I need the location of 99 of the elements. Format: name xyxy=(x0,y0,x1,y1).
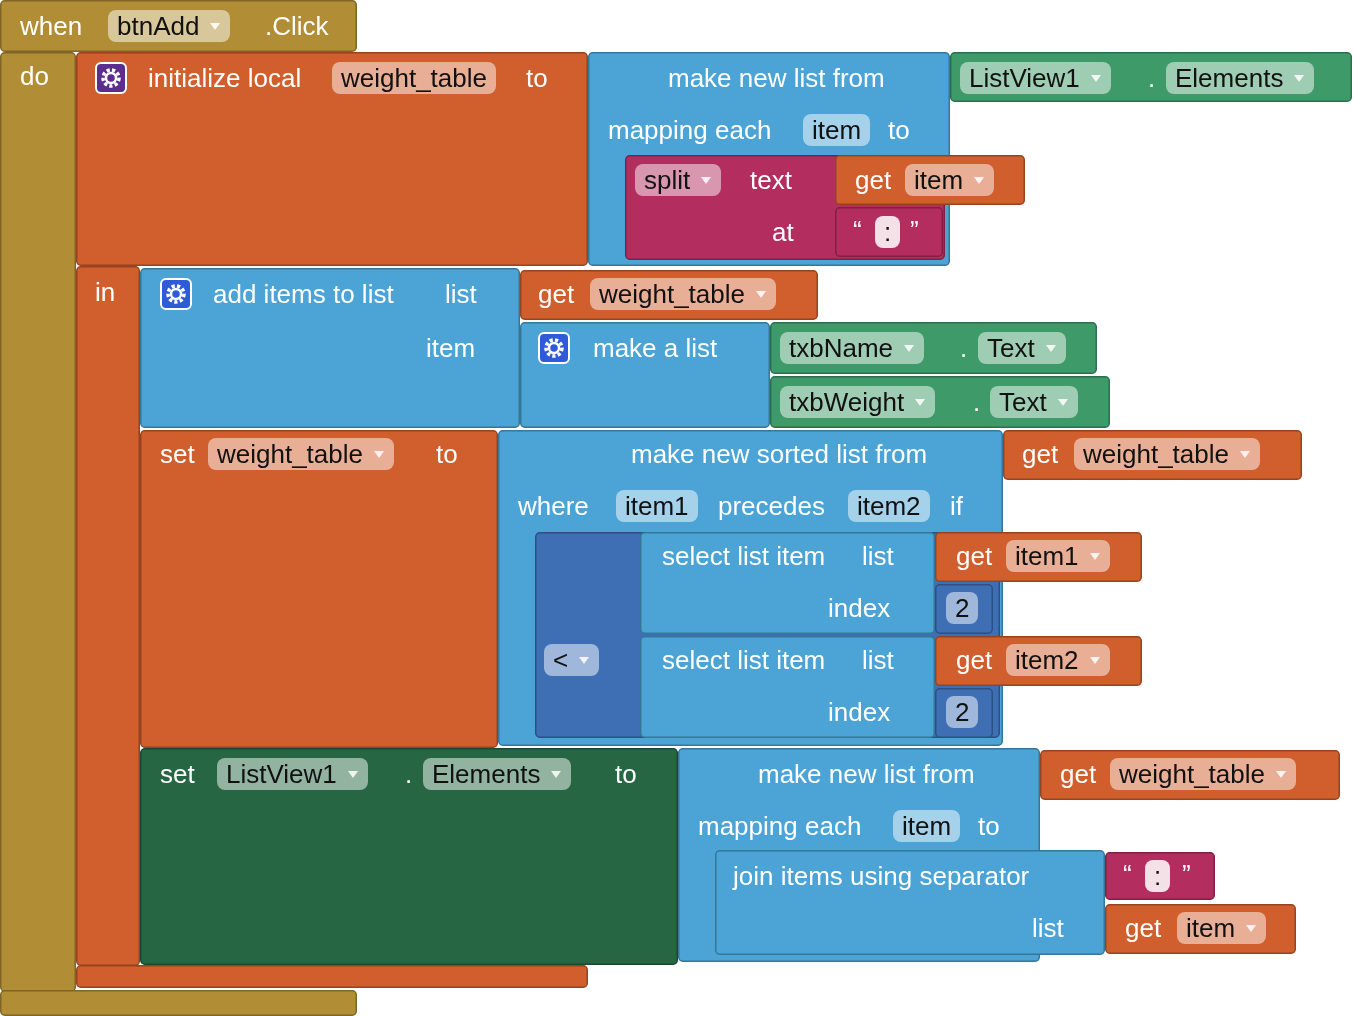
block-label: set xyxy=(160,439,195,469)
caret-icon xyxy=(973,175,986,185)
dropdown-field[interactable]: ListView1 xyxy=(960,62,1111,94)
dropdown-field[interactable]: weight_table xyxy=(590,278,776,310)
block-label: get xyxy=(956,645,993,675)
dropdown-field[interactable]: item1 xyxy=(1006,540,1110,572)
gear-icon[interactable] xyxy=(538,332,570,364)
dropdown-field[interactable]: Text xyxy=(978,332,1066,364)
block-label: do xyxy=(20,61,49,91)
block-label: if xyxy=(950,491,963,521)
number-field[interactable]: 2 xyxy=(946,592,979,624)
dropdown-field[interactable]: ListView1 xyxy=(217,758,368,790)
caret-icon xyxy=(755,289,767,299)
block-label: to xyxy=(615,759,637,789)
block-label: at xyxy=(772,217,794,247)
block-label: . xyxy=(973,387,981,417)
block-label: . xyxy=(960,333,968,363)
block-label: list xyxy=(445,279,477,309)
dropdown-field[interactable]: item xyxy=(905,164,995,196)
caret-icon xyxy=(1293,73,1306,83)
dropdown-field[interactable]: Elements xyxy=(423,758,572,790)
block-label: get xyxy=(538,279,575,309)
dropdown-field[interactable]: weight_table xyxy=(208,438,394,470)
block-label: list xyxy=(1032,913,1064,943)
caret-icon xyxy=(1044,343,1057,353)
block-label: index xyxy=(828,593,891,623)
block-label: ” xyxy=(910,215,919,245)
block-label: to xyxy=(436,439,458,469)
block-label: list xyxy=(862,645,894,675)
variable-name-field[interactable]: item xyxy=(893,810,961,842)
dropdown-field[interactable]: btnAdd xyxy=(108,10,231,42)
block-label: make a list xyxy=(593,333,718,363)
caret-icon xyxy=(346,769,359,779)
dropdown-field[interactable]: item2 xyxy=(1006,644,1110,676)
gear-icon[interactable] xyxy=(160,278,192,310)
dropdown-field[interactable]: txbWeight xyxy=(780,386,936,418)
block-label: text xyxy=(750,165,792,195)
dropdown-field[interactable]: Text xyxy=(990,386,1078,418)
block-label: initialize local xyxy=(148,63,302,93)
dropdown-field[interactable]: item xyxy=(1177,912,1267,944)
caret-icon xyxy=(209,21,222,31)
caret-icon xyxy=(1275,769,1287,779)
caret-icon xyxy=(1056,397,1069,407)
caret-icon xyxy=(373,449,385,459)
block-label: to xyxy=(526,63,548,93)
caret-icon xyxy=(700,175,713,185)
block-label: where xyxy=(518,491,589,521)
block-label: get xyxy=(855,165,892,195)
caret-icon xyxy=(903,343,916,353)
block-label: “ xyxy=(853,215,862,245)
caret-icon xyxy=(1239,449,1251,459)
block-label: make new list from xyxy=(758,759,975,789)
block-label: join items using separator xyxy=(733,861,1030,891)
block-label: mapping each xyxy=(608,115,772,145)
block-label: . xyxy=(405,759,413,789)
variable-name-field[interactable]: item xyxy=(803,114,871,146)
variable-name-field[interactable]: item2 xyxy=(848,490,930,522)
block-label: precedes xyxy=(718,491,825,521)
block-label: get xyxy=(1125,913,1162,943)
block-label: . xyxy=(1148,63,1156,93)
block-label: to xyxy=(888,115,910,145)
block-label: .Click xyxy=(265,11,329,41)
dropdown-field[interactable]: weight_table xyxy=(1110,758,1296,790)
text-field[interactable]: : xyxy=(1145,860,1171,892)
caret-icon xyxy=(578,655,591,665)
number-field[interactable]: 2 xyxy=(946,696,979,728)
block-label: list xyxy=(862,541,894,571)
variable-name-field[interactable]: item1 xyxy=(616,490,698,522)
dropdown-field[interactable]: split xyxy=(635,164,722,196)
caret-icon xyxy=(914,397,927,407)
block-label: get xyxy=(1060,759,1097,789)
block-label: item xyxy=(426,333,476,363)
caret-icon xyxy=(1089,73,1102,83)
block-label: when xyxy=(20,11,83,41)
block-label: set xyxy=(160,759,195,789)
dropdown-field[interactable]: Elements xyxy=(1166,62,1315,94)
dropdown-field[interactable]: < xyxy=(544,644,600,676)
gear-icon[interactable] xyxy=(95,62,127,94)
caret-icon xyxy=(550,769,563,779)
block-label: in xyxy=(95,277,116,307)
block-label: “ xyxy=(1123,859,1132,889)
caret-icon xyxy=(1088,655,1101,665)
block-label: ” xyxy=(1182,859,1191,889)
block-label: select list item xyxy=(662,541,826,571)
dropdown-field[interactable]: txbName xyxy=(780,332,925,364)
block-label: make new sorted list from xyxy=(631,439,928,469)
block-label: to xyxy=(978,811,1000,841)
caret-icon xyxy=(1245,923,1258,933)
dropdown-field[interactable]: weight_table xyxy=(1074,438,1260,470)
block-label: make new list from xyxy=(668,63,885,93)
block-label: select list item xyxy=(662,645,826,675)
block-label: mapping each xyxy=(698,811,862,841)
block-label: get xyxy=(956,541,993,571)
text-field[interactable]: : xyxy=(875,216,901,248)
block-label: get xyxy=(1022,439,1059,469)
block-label: index xyxy=(828,697,891,727)
caret-icon xyxy=(1088,551,1101,561)
block-label: add items to list xyxy=(213,279,394,309)
variable-name-field[interactable]: weight_table xyxy=(332,62,496,94)
